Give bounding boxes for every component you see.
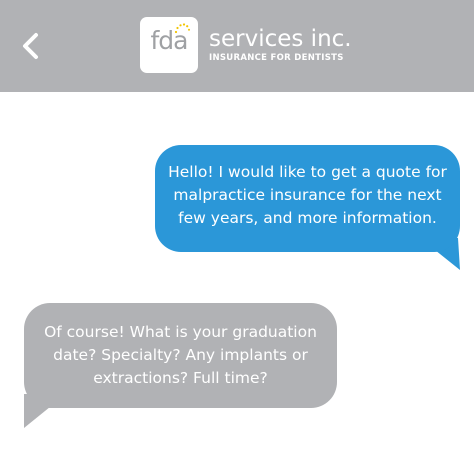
incoming-message-bubble: Of course! What is your graduation date?…: [24, 303, 337, 408]
brand-tagline: INSURANCE FOR DENTISTS: [209, 53, 344, 63]
back-button[interactable]: [14, 28, 50, 64]
outgoing-message-text: Hello! I would like to get a quote for m…: [168, 163, 447, 227]
company-logo: fda: [140, 17, 198, 73]
incoming-message-text: Of course! What is your graduation date?…: [44, 323, 317, 387]
sun-icon: [174, 23, 190, 34]
chevron-left-icon: [23, 33, 38, 59]
chat-header: fda services inc. INSURANCE FOR DENTISTS: [0, 0, 474, 92]
outgoing-message-bubble: Hello! I would like to get a quote for m…: [155, 145, 460, 252]
brand-name: services inc.: [209, 26, 352, 52]
